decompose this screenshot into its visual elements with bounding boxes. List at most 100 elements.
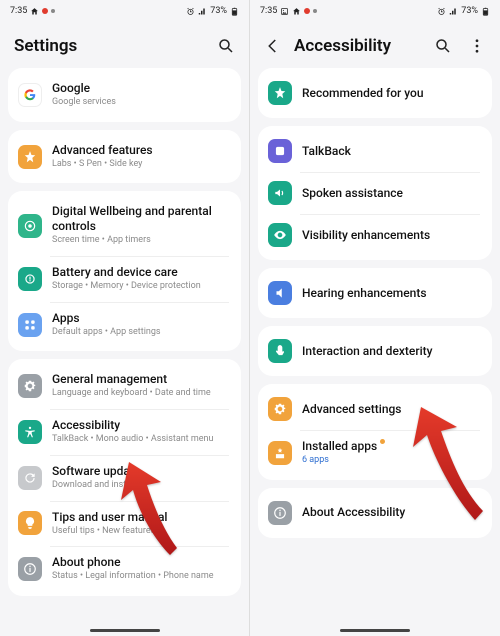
settings-group: About Accessibility <box>258 488 492 538</box>
accessibility-list: Recommended for you TalkBack Spoken assist… <box>250 68 500 554</box>
accessibility-icon <box>18 420 42 444</box>
settings-group: Advanced settingsInstalled apps6 apps <box>258 384 492 480</box>
settings-row[interactable]: AppsDefault apps • App settings <box>8 302 241 348</box>
row-title: Digital Wellbeing and parental controls <box>52 204 229 234</box>
row-title: Hearing enhancements <box>302 286 480 301</box>
settings-row[interactable]: GoogleGoogle services <box>8 72 241 118</box>
spoken-icon <box>268 181 292 205</box>
visibility-icon <box>268 223 292 247</box>
row-subtitle: Default apps • App settings <box>52 327 229 339</box>
settings-row[interactable]: Digital Wellbeing and parental controlsS… <box>8 195 241 256</box>
settings-row[interactable]: Spoken assistance <box>258 172 492 214</box>
row-title: General management <box>52 372 229 387</box>
status-bar: 7:35 73% <box>0 0 249 20</box>
row-title: About Accessibility <box>302 505 480 520</box>
row-subtitle: Status • Legal information • Phone name <box>52 571 229 583</box>
settings-group: Digital Wellbeing and parental controlsS… <box>8 191 241 351</box>
battery-icon <box>18 267 42 291</box>
row-title: About phone <box>52 555 229 570</box>
back-button[interactable] <box>264 37 282 55</box>
settings-group: Recommended for you <box>258 68 492 118</box>
settings-row[interactable]: General managementLanguage and keyboard … <box>8 363 241 409</box>
settings-row[interactable]: Advanced settings <box>258 388 492 430</box>
status-time: 7:35 <box>10 6 27 16</box>
row-subtitle: Useful tips • New features <box>52 526 229 538</box>
home-icon <box>30 7 39 16</box>
row-title: Visibility enhancements <box>302 228 480 243</box>
settings-group: Interaction and dexterity <box>258 326 492 376</box>
settings-group: General managementLanguage and keyboard … <box>8 359 241 595</box>
record-icon <box>304 8 310 14</box>
row-title: Battery and device care <box>52 265 229 280</box>
notif-dot-icon <box>51 9 55 13</box>
settings-group: Advanced featuresLabs • S Pen • Side key <box>8 130 241 184</box>
hearing-icon <box>268 281 292 305</box>
row-subtitle: Labs • S Pen • Side key <box>52 159 229 171</box>
notif-dot-icon <box>313 9 317 13</box>
home-indicator[interactable] <box>90 629 160 632</box>
wellbeing-icon <box>18 214 42 238</box>
battery-icon <box>481 7 490 16</box>
info-icon <box>18 557 42 581</box>
installed-icon <box>268 441 292 465</box>
talkback-icon <box>268 139 292 163</box>
settings-row[interactable]: Interaction and dexterity <box>258 330 492 372</box>
settings-row[interactable]: Software updateDownload and install <box>8 455 241 501</box>
apps-icon <box>18 313 42 337</box>
gallery-icon <box>280 7 289 16</box>
row-title: TalkBack <box>302 144 480 159</box>
settings-row[interactable]: About Accessibility <box>258 492 492 534</box>
row-title: Software update <box>52 464 229 479</box>
google-icon <box>18 83 42 107</box>
settings-row[interactable]: Recommended for you <box>258 72 492 114</box>
row-subtitle: Language and keyboard • Date and time <box>52 388 229 400</box>
row-subtitle: 6 apps <box>302 455 480 467</box>
row-title: Recommended for you <box>302 86 480 101</box>
settings-group: GoogleGoogle services <box>8 68 241 122</box>
search-button[interactable] <box>434 37 452 55</box>
settings-group: TalkBack Spoken assistance Visibility enha… <box>258 126 492 260</box>
settings-row[interactable]: TalkBack <box>258 130 492 172</box>
row-subtitle: Download and install <box>52 480 229 492</box>
settings-row[interactable]: About phoneStatus • Legal information • … <box>8 546 241 592</box>
search-icon <box>217 37 235 55</box>
row-title: Accessibility <box>52 418 229 433</box>
page-title: Settings <box>14 36 205 56</box>
status-bar: 7:35 73% <box>250 0 500 20</box>
battery-text: 73% <box>210 6 227 16</box>
settings-row[interactable]: Tips and user manualUseful tips • New fe… <box>8 501 241 547</box>
settings-row[interactable]: Visibility enhancements <box>258 214 492 256</box>
row-title: Interaction and dexterity <box>302 344 480 359</box>
row-title: Advanced features <box>52 143 229 158</box>
settings-row[interactable]: Advanced featuresLabs • S Pen • Side key <box>8 134 241 180</box>
settings-row[interactable]: AccessibilityTalkBack • Mono audio • Ass… <box>8 409 241 455</box>
phone-right: 7:35 73% Accessibility <box>250 0 500 636</box>
tips-icon <box>18 511 42 535</box>
row-title: Google <box>52 81 229 96</box>
gear-icon <box>268 397 292 421</box>
settings-row[interactable]: Installed apps6 apps <box>258 430 492 476</box>
signal-icon <box>449 7 458 16</box>
settings-row[interactable]: Hearing enhancements <box>258 272 492 314</box>
row-title: Installed apps <box>302 439 480 454</box>
row-subtitle: Google services <box>52 97 229 109</box>
update-icon <box>18 466 42 490</box>
signal-icon <box>198 7 207 16</box>
more-button[interactable] <box>468 37 486 55</box>
search-button[interactable] <box>217 37 235 55</box>
page-title: Accessibility <box>294 36 422 56</box>
home-indicator[interactable] <box>340 629 410 632</box>
row-subtitle: Storage • Memory • Device protection <box>52 281 229 293</box>
alarm-icon <box>186 7 195 16</box>
settings-group: Hearing enhancements <box>258 268 492 318</box>
star-icon <box>268 81 292 105</box>
settings-row[interactable]: Battery and device careStorage • Memory … <box>8 256 241 302</box>
star-icon <box>18 145 42 169</box>
battery-text: 73% <box>461 6 478 16</box>
search-icon <box>434 37 452 55</box>
row-subtitle: Screen time • App timers <box>52 235 229 247</box>
phone-left: 7:35 73% Settings GoogleGoogle services A… <box>0 0 250 636</box>
alarm-icon <box>437 7 446 16</box>
row-title: Spoken assistance <box>302 186 480 201</box>
gear-icon <box>18 374 42 398</box>
